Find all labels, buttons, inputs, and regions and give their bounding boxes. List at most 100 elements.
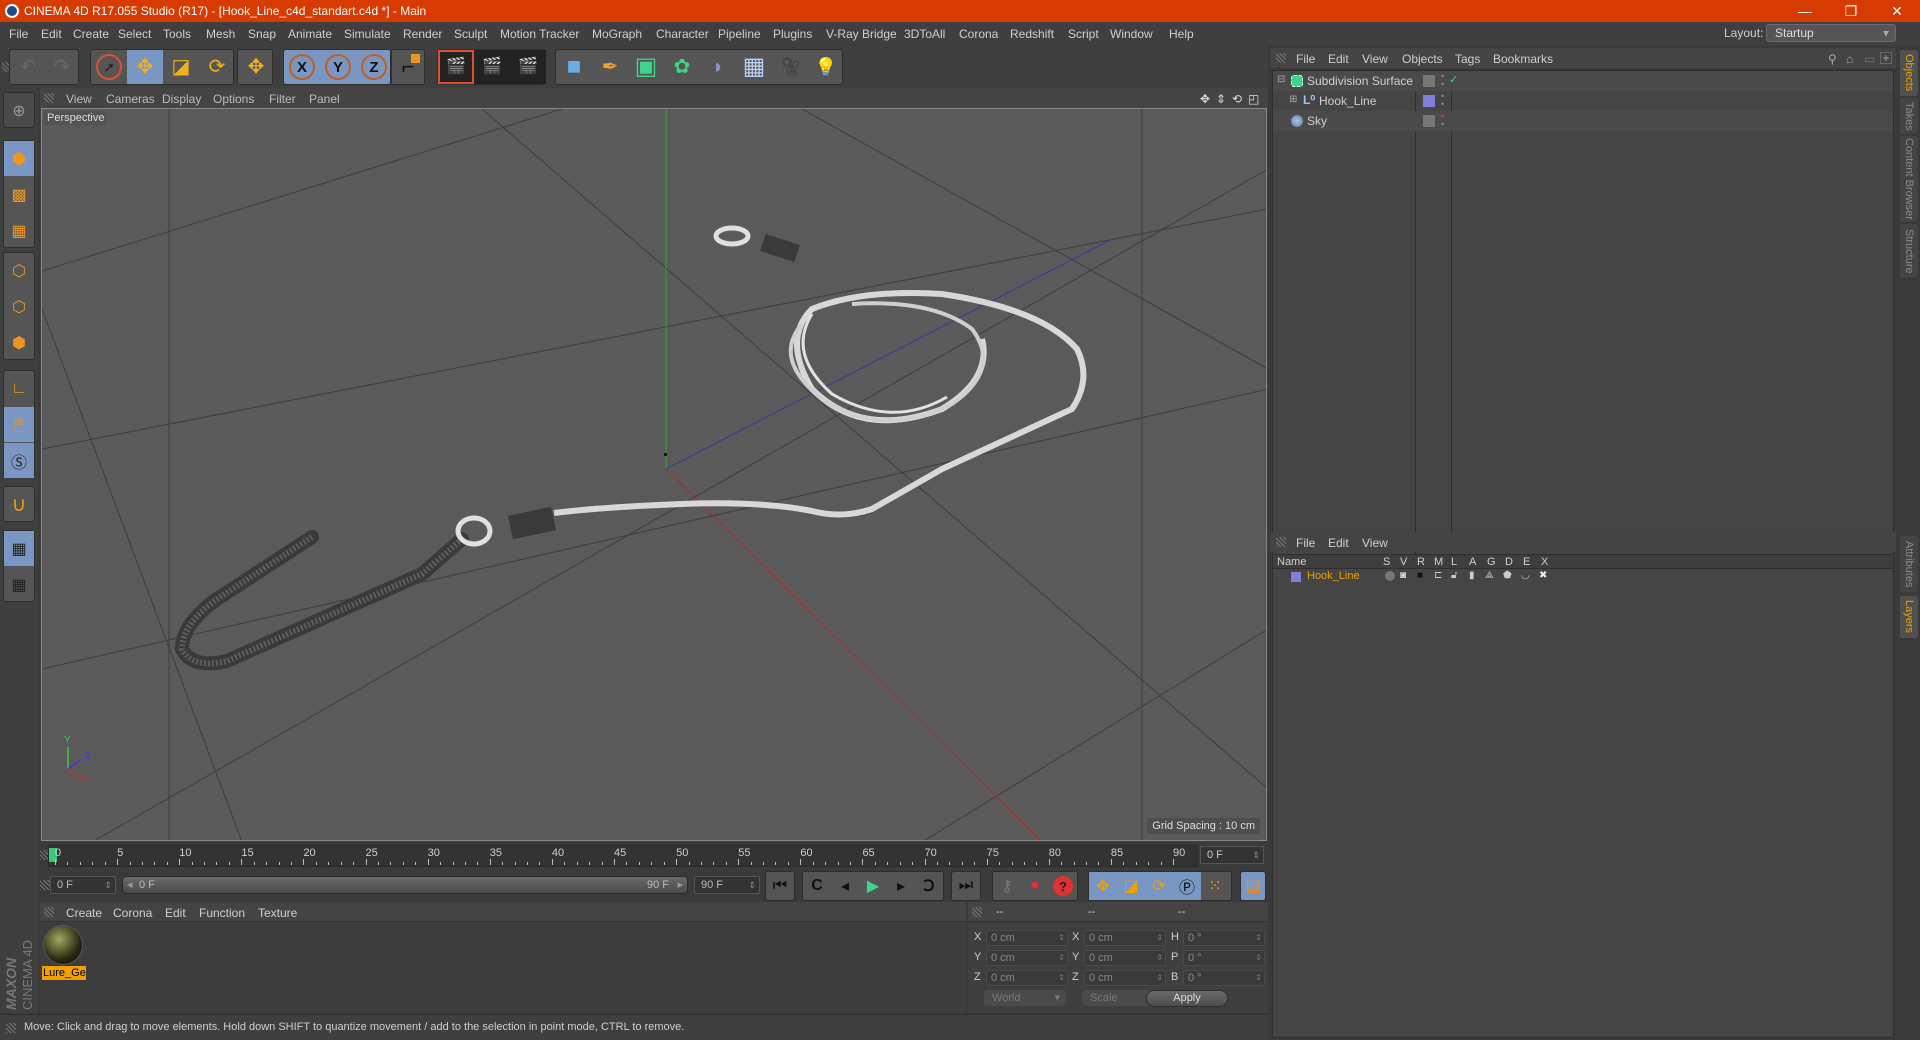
om-menu-edit[interactable]: Edit	[1328, 52, 1349, 66]
scale-tool-button[interactable]: ◪	[163, 50, 199, 84]
crimp-sleeve[interactable]	[507, 506, 557, 540]
move-tool-button[interactable]: ✥	[127, 50, 163, 84]
material-menu-corona[interactable]: Corona	[113, 906, 152, 920]
material-menu-function[interactable]: Function	[199, 906, 245, 920]
pan-icon[interactable]: ✥	[1200, 92, 1210, 106]
tab-objects[interactable]: Objects	[1900, 50, 1918, 96]
top-loop[interactable]	[713, 225, 751, 247]
menu-simulate[interactable]: Simulate	[344, 27, 391, 41]
viewport-grip[interactable]	[44, 93, 54, 103]
generators-toggle-icon[interactable]: ⟁	[1485, 570, 1494, 581]
next-key-button[interactable]: Ↄ	[915, 872, 943, 900]
camera-button[interactable]: 🎥	[772, 50, 808, 84]
col-generators[interactable]: G	[1487, 556, 1496, 568]
menu-corona[interactable]: Corona	[959, 27, 998, 41]
visibility-dots-icon[interactable]: • •	[1441, 112, 1444, 129]
x-axis-lock-button[interactable]: X	[284, 50, 320, 84]
viewport-menu-cameras[interactable]: Cameras	[106, 92, 155, 106]
menu-help[interactable]: Help	[1169, 27, 1194, 41]
lock-workplane-button[interactable]: ▦	[4, 531, 34, 566]
lm-menu-edit[interactable]: Edit	[1328, 536, 1349, 550]
apply-button[interactable]: Apply	[1146, 990, 1228, 1007]
menu-render[interactable]: Render	[403, 27, 442, 41]
start-frame-field[interactable]: 0 F ⇕	[50, 876, 116, 894]
menu-pipeline[interactable]: Pipeline	[718, 27, 761, 41]
menu-character[interactable]: Character	[656, 27, 709, 41]
tab-takes[interactable]: Takes	[1900, 98, 1918, 134]
menu-3dtoall[interactable]: 3DToAll	[904, 27, 945, 41]
layer-name[interactable]: Hook_Line	[1307, 570, 1360, 582]
polygons-mode-button[interactable]: ⬢	[4, 325, 34, 360]
menu-window[interactable]: Window	[1110, 27, 1153, 41]
layout-dropdown[interactable]: Startup	[1766, 24, 1896, 42]
lm-menu-view[interactable]: View	[1362, 536, 1388, 550]
dolly-icon[interactable]: ⇕	[1216, 92, 1226, 106]
lm-menu-file[interactable]: File	[1296, 536, 1315, 550]
menu-tools[interactable]: Tools	[163, 27, 191, 41]
workplane-mode-button[interactable]: ▦	[4, 213, 34, 248]
render-picture-viewer-button[interactable]: 🎬	[474, 50, 510, 84]
menu-motion-tracker[interactable]: Motion Tracker	[500, 27, 579, 41]
timeline-window-button[interactable]: ▤	[1241, 872, 1265, 900]
layer-slot-icon[interactable]	[1423, 115, 1435, 127]
key-scale-button[interactable]: ◪	[1117, 872, 1145, 900]
expand-icon[interactable]: ⊞	[1289, 94, 1297, 105]
size-y-field[interactable]: 0 cm ⇕	[1084, 950, 1166, 966]
tweak-mode-button[interactable]: 🖱	[4, 407, 34, 442]
redo-button[interactable]: ↷	[44, 50, 80, 84]
material-menu-edit[interactable]: Edit	[165, 906, 186, 920]
object-row-hook-line[interactable]: ⊞ L⁰ Hook_Line • •	[1273, 91, 1893, 111]
close-button[interactable]: ✕	[1874, 0, 1920, 22]
view-toggle-icon[interactable]: ◙	[1400, 570, 1406, 581]
visibility-dots-icon[interactable]: • •	[1441, 72, 1444, 89]
animation-toggle-icon[interactable]: ▮	[1469, 570, 1475, 581]
auto-keying-button[interactable]: ⏺	[1021, 872, 1049, 900]
viewport-menu-panel[interactable]: Panel	[309, 92, 340, 106]
range-left-arrow-icon[interactable]: ◂	[127, 877, 133, 893]
render-view-button[interactable]: 🎬	[438, 50, 474, 84]
material-menu-create[interactable]: Create	[66, 906, 102, 920]
key-position-button[interactable]: ✥	[1089, 872, 1117, 900]
rotation-p-field[interactable]: 0 ° ⇕	[1183, 950, 1265, 966]
menu-select[interactable]: Select	[118, 27, 151, 41]
col-name[interactable]: Name	[1277, 556, 1306, 568]
previous-key-button[interactable]: C	[803, 872, 831, 900]
maximize-view-icon[interactable]: ◰	[1248, 92, 1259, 106]
col-expressions[interactable]: E	[1523, 556, 1530, 568]
size-x-field[interactable]: 0 cm ⇕	[1084, 930, 1166, 946]
coordinate-space-dropdown[interactable]: World	[984, 990, 1066, 1006]
edges-mode-button[interactable]: ⬡	[4, 289, 34, 324]
expressions-toggle-icon[interactable]: ◡	[1521, 570, 1530, 581]
snap-button[interactable]: ∪	[4, 487, 34, 522]
status-grip[interactable]	[6, 1023, 16, 1033]
layer-color-swatch[interactable]	[1423, 95, 1435, 107]
light-button[interactable]: 💡	[808, 50, 844, 84]
col-render[interactable]: R	[1417, 556, 1425, 568]
tab-content-browser[interactable]: Content Browser	[1900, 136, 1918, 222]
render-settings-button[interactable]: 🎬	[510, 50, 546, 84]
visibility-dots-icon[interactable]: • •	[1441, 92, 1444, 109]
om-menu-objects[interactable]: Objects	[1402, 52, 1443, 66]
col-deformers[interactable]: D	[1505, 556, 1513, 568]
floor-button[interactable]: ▦	[736, 50, 772, 84]
new-view-icon[interactable]: +	[1880, 52, 1892, 64]
hook-eye-loop[interactable]	[455, 515, 493, 547]
fishing-line[interactable]	[553, 290, 1087, 518]
object-row-subdivision-surface[interactable]: ⊟ Subdivision Surface • • ✓	[1273, 71, 1893, 91]
solo-mode-button[interactable]: Ⓢ	[4, 443, 34, 478]
go-to-end-button[interactable]: ⏭	[952, 872, 980, 900]
coordinates-grip[interactable]	[972, 907, 982, 917]
viewport-menu-view[interactable]: View	[66, 92, 92, 106]
col-xrefs[interactable]: X	[1541, 556, 1548, 568]
key-point-level-button[interactable]: ⁙	[1201, 872, 1229, 900]
layer-manager-grip[interactable]	[1276, 537, 1286, 547]
collapse-icon[interactable]: ⊟	[1277, 74, 1285, 85]
layer-slot-icon[interactable]	[1423, 75, 1435, 87]
timeline-ruler[interactable]: 0 5 10 15 20 25 30 35 40 45 50 55 60 65 70 75 80 85 90	[48, 845, 1198, 867]
tab-attributes[interactable]: Attributes	[1900, 536, 1918, 592]
rotation-b-field[interactable]: 0 ° ⇕	[1183, 970, 1265, 986]
viewport-menu-options[interactable]: Options	[213, 92, 254, 106]
om-menu-view[interactable]: View	[1362, 52, 1388, 66]
manager-toggle-icon[interactable]: ⊏	[1434, 570, 1442, 581]
y-axis-lock-button[interactable]: Y	[320, 50, 356, 84]
